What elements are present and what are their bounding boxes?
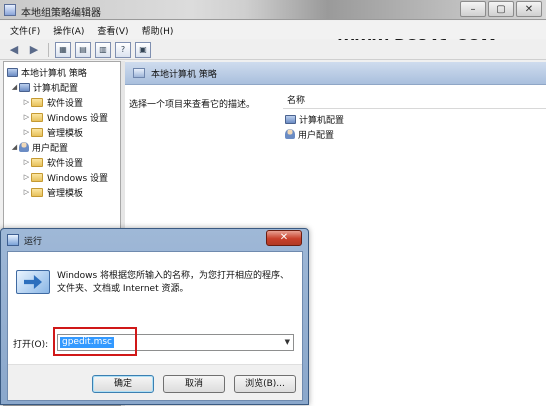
policy-icon [133, 68, 145, 78]
console-view-icon[interactable]: ▣ [135, 41, 151, 58]
run-program-icon [16, 267, 50, 297]
tree-item-label: Windows 设置 [47, 113, 109, 124]
user-icon [285, 129, 295, 139]
expand-arrow-icon[interactable]: ▷ [22, 98, 31, 106]
run-dialog: 运行 ✕ Windows 将根据您所输入的名称，为您打开相应的程序、文件夹、文档… [0, 228, 309, 405]
run-dialog-footer: 确定 取消 浏览(B)... [8, 364, 302, 400]
expand-arrow-icon[interactable]: ▷ [22, 128, 31, 136]
list-item-label: 用户配置 [298, 130, 335, 141]
user-icon [19, 142, 29, 152]
tree-item-label: 管理模板 [47, 128, 84, 139]
cancel-button[interactable]: 取消 [163, 375, 225, 393]
toolbar-separator [48, 42, 49, 57]
back-arrow-icon[interactable]: ◀ [6, 42, 22, 58]
list-item-user-config[interactable]: 用户配置 [285, 127, 334, 141]
expand-arrow-icon[interactable]: ▷ [22, 158, 31, 166]
toolbar: ◀ ▶ ▦ ▤ ▥ ? ▣ [0, 40, 546, 60]
tree-item-label: Windows 设置 [47, 173, 109, 184]
tree-item-label: 软件设置 [47, 98, 84, 109]
tree-item-label: 软件设置 [47, 158, 84, 169]
folder-icon [31, 112, 43, 122]
policy-icon [7, 67, 18, 77]
list-item-computer-config[interactable]: 计算机配置 [285, 112, 344, 126]
column-header-name[interactable]: 名称 [283, 93, 546, 109]
right-pane-title: 本地计算机 策略 [151, 69, 217, 80]
help-icon[interactable]: ? [115, 41, 131, 58]
folder-icon [31, 172, 43, 182]
tree-item-label: 管理模板 [47, 188, 84, 199]
export-list-icon[interactable]: ▥ [95, 41, 111, 58]
description-text: 选择一个项目来查看它的描述。 [129, 100, 256, 110]
tree-item-admin-templates[interactable]: ▷ 管理模板 [22, 125, 83, 139]
dropdown-arrow-icon[interactable]: ▼ [285, 338, 290, 346]
run-icon [7, 234, 19, 246]
tree-item-label: 计算机配置 [33, 83, 79, 94]
menu-view[interactable]: 查看(V) [97, 24, 128, 37]
open-input-value[interactable]: gpedit.msc [60, 337, 114, 348]
menu-help[interactable]: 帮助(H) [142, 24, 174, 37]
collapse-arrow-icon[interactable]: ◢ [10, 143, 19, 151]
run-close-button[interactable]: ✕ [266, 230, 302, 246]
tree-item-computer-config[interactable]: ◢ 计算机配置 [10, 80, 78, 94]
run-dialog-title: 运行 [24, 236, 43, 247]
open-combobox[interactable]: gpedit.msc ▼ [57, 334, 294, 351]
folder-icon [31, 157, 43, 167]
run-dialog-body: Windows 将根据您所输入的名称，为您打开相应的程序、文件夹、文档或 Int… [7, 251, 303, 401]
window-controls: – ▢ ✕ [460, 1, 542, 17]
expand-arrow-icon[interactable]: ▷ [22, 188, 31, 196]
tree-item-software-settings[interactable]: ▷ 软件设置 [22, 95, 83, 109]
ok-button[interactable]: 确定 [92, 375, 154, 393]
run-description: Windows 将根据您所输入的名称，为您打开相应的程序、文件夹、文档或 Int… [57, 271, 290, 294]
folder-icon [31, 187, 43, 197]
forward-arrow-icon[interactable]: ▶ [26, 42, 42, 58]
minimize-button[interactable]: – [460, 1, 486, 17]
gp-window-title: 本地组策略编辑器 [21, 8, 101, 19]
list-item-label: 计算机配置 [299, 115, 345, 126]
tree-item-user-admin-templates[interactable]: ▷ 管理模板 [22, 185, 83, 199]
browse-button[interactable]: 浏览(B)... [234, 375, 296, 393]
tree-item-user-config[interactable]: ◢ 用户配置 [10, 140, 68, 154]
folder-icon [31, 127, 43, 137]
tree-item-windows-settings[interactable]: ▷ Windows 设置 [22, 110, 108, 124]
computer-icon [19, 82, 30, 92]
expand-arrow-icon[interactable]: ▷ [22, 173, 31, 181]
open-label: 打开(O): [13, 340, 49, 350]
tree-item-user-software-settings[interactable]: ▷ 软件设置 [22, 155, 83, 169]
folder-icon [31, 97, 43, 107]
gp-titlebar[interactable]: 本地组策略编辑器 – ▢ ✕ [0, 0, 546, 20]
tree-item-label: 用户配置 [32, 143, 69, 154]
menu-action[interactable]: 操作(A) [53, 24, 84, 37]
gpedit-app-icon [4, 4, 16, 16]
right-pane-header: 本地计算机 策略 [125, 62, 546, 85]
run-titlebar[interactable]: 运行 [1, 229, 308, 251]
tree-item-root[interactable]: 本地计算机 策略 [7, 65, 87, 79]
tree-item-user-windows-settings[interactable]: ▷ Windows 设置 [22, 170, 108, 184]
show-hide-tree-icon[interactable]: ▦ [55, 41, 71, 58]
close-button[interactable]: ✕ [516, 1, 542, 17]
tree-item-label: 本地计算机 策略 [21, 68, 87, 79]
collapse-arrow-icon[interactable]: ◢ [10, 83, 19, 91]
maximize-button[interactable]: ▢ [488, 1, 514, 17]
properties-icon[interactable]: ▤ [75, 41, 91, 58]
expand-arrow-icon[interactable]: ▷ [22, 113, 31, 121]
menu-file[interactable]: 文件(F) [10, 24, 40, 37]
computer-icon [285, 114, 296, 124]
